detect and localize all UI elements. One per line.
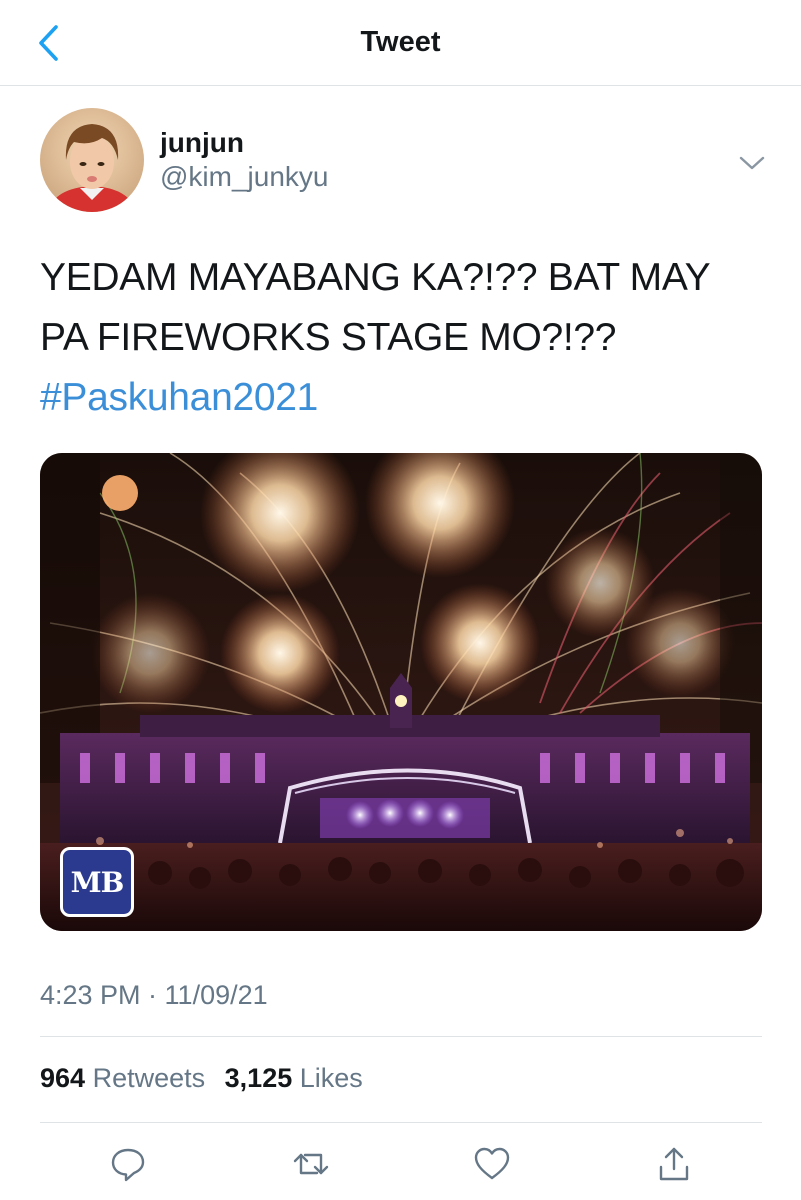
share-button[interactable]: [652, 1142, 696, 1186]
reply-icon: [111, 1148, 145, 1182]
tweet-action-bar: [40, 1142, 762, 1192]
likes-label: Likes: [299, 1063, 363, 1093]
retweet-button[interactable]: [289, 1142, 333, 1186]
author-display-name[interactable]: junjun: [160, 126, 328, 160]
like-icon: [474, 1147, 510, 1180]
retweets-stat[interactable]: 964 Retweets: [40, 1063, 213, 1093]
retweet-icon: [293, 1153, 329, 1175]
reply-button[interactable]: [106, 1142, 150, 1186]
fireworks-photo: [40, 453, 762, 931]
likes-stat[interactable]: 3,125 Likes: [225, 1063, 363, 1093]
likes-count: 3,125: [224, 1063, 293, 1093]
retweets-count: 964: [40, 1063, 86, 1093]
tweet-text-line: PA FIREWORKS STAGE MO?!??: [40, 316, 617, 359]
tweet-author: junjun @kim_junkyu: [40, 108, 770, 218]
avatar-image: [40, 108, 144, 212]
author-handle[interactable]: @kim_junkyu: [160, 160, 328, 194]
share-icon: [659, 1147, 689, 1181]
tweet-media-image[interactable]: MB: [40, 453, 762, 931]
tweet-text: YEDAM MAYABANG KA?!?? BAT MAY PA FIREWOR…: [40, 248, 770, 428]
hashtag-link[interactable]: #Paskuhan2021: [40, 368, 770, 428]
mb-logo-badge: MB: [60, 847, 134, 917]
divider: [40, 1122, 762, 1123]
chevron-down-icon: [739, 156, 765, 170]
tweet-stats: 964 Retweets 3,125 Likes: [40, 1063, 375, 1094]
avatar[interactable]: [40, 108, 144, 212]
top-nav-bar: Tweet: [0, 0, 801, 86]
like-button[interactable]: [470, 1142, 514, 1186]
page-title: Tweet: [360, 26, 441, 58]
tweet-timestamp: 4:23 PM · 11/09/21: [40, 980, 268, 1010]
divider: [40, 1036, 762, 1037]
tweet-menu-button[interactable]: [734, 148, 770, 178]
tweet-text-line: YEDAM MAYABANG KA?!?? BAT MAY: [40, 256, 711, 299]
retweets-label: Retweets: [92, 1063, 206, 1093]
